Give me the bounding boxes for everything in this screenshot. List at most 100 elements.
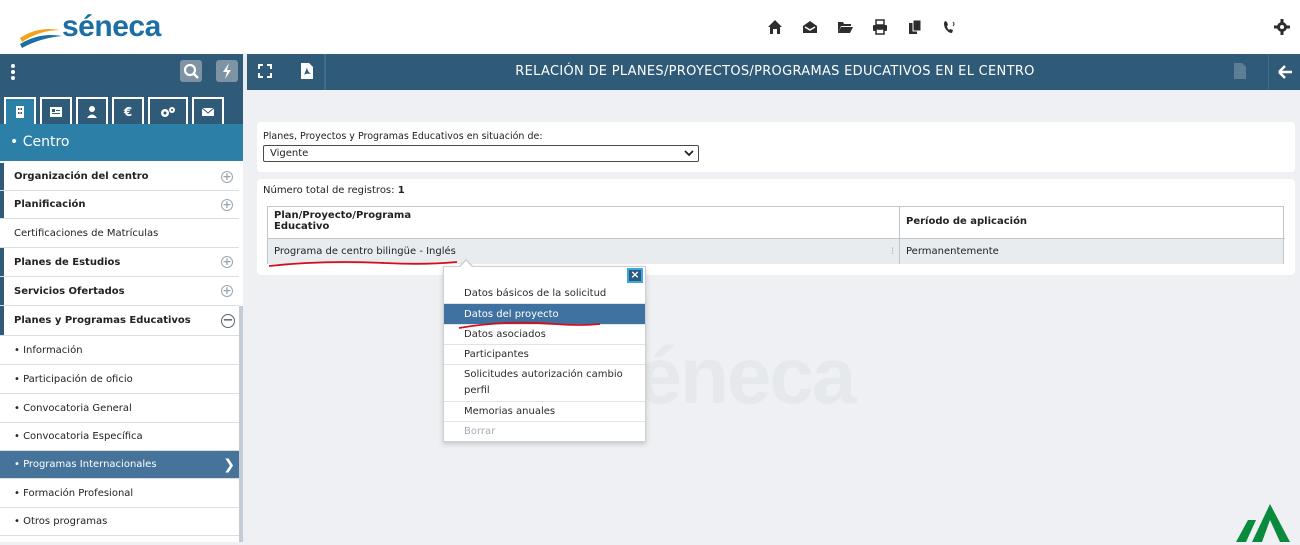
- item-marker: [0, 248, 4, 276]
- sidebar-item-label: • Convocatoria General: [14, 402, 132, 414]
- sidebar-item-label: • Convocatoria Específica: [14, 431, 143, 442]
- sidebar-item-label: • Información: [14, 344, 83, 356]
- sidebar-subitem-convocatoria-especifica[interactable]: • Convocatoria Específica: [0, 423, 239, 451]
- expand-plus-icon[interactable]: +: [221, 170, 233, 183]
- column-header-plan[interactable]: Plan/Proyecto/Programa Educativo: [268, 207, 899, 239]
- tab-alumnado[interactable]: [76, 97, 108, 124]
- sidebar-item-organizacion[interactable]: Organización del centro +: [0, 163, 239, 191]
- toolbar-divider-2: [324, 54, 326, 90]
- sidebar-item-label: Certificaciones de Matrículas: [14, 227, 159, 239]
- chevron-down-icon: [684, 147, 694, 162]
- toolbar-divider: [243, 54, 247, 90]
- expand-plus-icon[interactable]: +: [221, 198, 233, 211]
- sidebar-subitem-programas-internacionales[interactable]: • Programas Internacionales ❯: [0, 451, 239, 479]
- item-marker: [0, 306, 4, 335]
- back-button[interactable]: [1268, 54, 1300, 90]
- document-icon: [1232, 62, 1248, 80]
- tab-economia[interactable]: €: [112, 97, 144, 124]
- print-icon[interactable]: [865, 16, 895, 38]
- search-icon: [183, 63, 199, 79]
- mail-icon: [201, 107, 215, 116]
- expand-plus-icon[interactable]: +: [221, 256, 233, 268]
- id-card-icon: [50, 106, 62, 117]
- pdf-icon[interactable]: [298, 62, 316, 80]
- close-icon[interactable]: ×: [627, 268, 643, 283]
- folder-icon[interactable]: [830, 16, 860, 38]
- search-button[interactable]: [180, 60, 202, 82]
- menu-item-datos-basicos[interactable]: Datos básicos de la solicitud: [444, 283, 645, 303]
- sidebar-scrollbar[interactable]: [239, 306, 243, 542]
- sidebar-item-label: • Programas Internacionales: [14, 459, 157, 470]
- euro-icon: €: [123, 104, 133, 119]
- seneca-logo[interactable]: séneca: [18, 8, 161, 48]
- filter-label: Planes, Proyectos y Programas Educativos…: [263, 131, 543, 142]
- expand-icon[interactable]: [256, 62, 274, 80]
- junta-andalucia-logo: [1234, 500, 1300, 542]
- tab-centro[interactable]: [4, 97, 36, 124]
- row-menu-dots-icon[interactable]: ⁝: [885, 239, 894, 264]
- sidebar-subitem-informacion[interactable]: • Información: [0, 336, 239, 365]
- expand-plus-icon[interactable]: +: [221, 285, 233, 297]
- gear-icon[interactable]: [1272, 17, 1292, 37]
- sidebar-item-label: Organización del centro: [14, 171, 149, 182]
- sidebar-subitem-convocatoria-general[interactable]: • Convocatoria General: [0, 394, 239, 423]
- item-marker: [0, 191, 4, 218]
- sidebar-item-label: • Formación Profesional: [14, 487, 134, 499]
- item-marker: [0, 277, 4, 305]
- tab-mensajes[interactable]: [192, 97, 224, 124]
- user-icon: [87, 105, 97, 118]
- sidebar-item-label: • Participación de oficio: [14, 373, 133, 385]
- record-count: Número total de registros: 1: [263, 185, 405, 196]
- table-row[interactable]: Programa de centro bilingüe - Inglés ⁝ P…: [268, 239, 1283, 264]
- menu-item-memorias-anuales[interactable]: Memorias anuales: [444, 401, 645, 421]
- results-table: Plan/Proyecto/Programa Educativo Período…: [267, 206, 1285, 264]
- tab-ficha[interactable]: [40, 97, 72, 124]
- sidebar-item-label: Planificación: [14, 199, 86, 210]
- sidebar-item-certificaciones[interactable]: Certificaciones de Matrículas: [0, 219, 239, 248]
- sidebar-subitem-formacion-profesional[interactable]: • Formación Profesional: [0, 479, 239, 508]
- record-count-label: Número total de registros:: [263, 185, 395, 196]
- menu-item-borrar: Borrar: [444, 421, 645, 441]
- status-select-value: Vigente: [270, 148, 309, 159]
- bolt-icon: [223, 63, 231, 79]
- quick-access-button[interactable]: [216, 60, 238, 82]
- top-bar: [0, 0, 1300, 54]
- column-header-periodo[interactable]: Período de aplicación: [900, 207, 1285, 239]
- menu-item-datos-asociados[interactable]: Datos asociados: [444, 324, 645, 344]
- context-menu-pointer-fill: [459, 261, 473, 268]
- documents-icon[interactable]: [900, 16, 930, 38]
- sidebar-subitem-otros-programas[interactable]: • Otros programas: [0, 508, 239, 536]
- logo-swoosh-icon: [20, 29, 62, 48]
- sidebar-item-planes-programas[interactable]: Planes y Programas Educativos −: [0, 306, 239, 336]
- cell-plan[interactable]: Programa de centro bilingüe - Inglés: [268, 239, 456, 264]
- sidebar-item-label: Planes de Estudios: [14, 256, 121, 268]
- sidebar-item-label: Servicios Ofertados: [14, 285, 125, 297]
- cell-periodo: Permanentemente: [906, 246, 999, 257]
- record-count-value: 1: [397, 185, 405, 196]
- menu-item-solicitudes-autorizacion[interactable]: Solicitudes autorización cambio perfil: [444, 364, 645, 401]
- sidebar-item-label: Planes y Programas Educativos: [14, 315, 191, 326]
- inbox-icon[interactable]: [795, 16, 825, 38]
- menu-item-datos-proyecto[interactable]: Datos del proyecto: [444, 303, 645, 324]
- page-title: RELACIÓN DE PLANES/PROYECTOS/PROGRAMAS E…: [515, 64, 1035, 79]
- top-icon-bar: [760, 16, 970, 38]
- collapse-minus-icon[interactable]: −: [221, 313, 235, 328]
- sidebar-item-servicios[interactable]: Servicios Ofertados +: [0, 277, 239, 306]
- status-select[interactable]: Vigente: [263, 145, 699, 162]
- logo-text: séneca: [62, 10, 161, 43]
- sidebar-item-planes-estudios[interactable]: Planes de Estudios +: [0, 248, 239, 277]
- item-marker: [0, 163, 4, 190]
- phone-icon[interactable]: [935, 16, 965, 38]
- chevron-right-icon: ❯: [223, 456, 235, 473]
- sidebar-item-planificacion[interactable]: Planificación +: [0, 191, 239, 219]
- section-header-centro[interactable]: • Centro: [0, 124, 243, 161]
- column-header-plan-line1: Plan/Proyecto/Programa: [274, 210, 412, 221]
- gears-icon: [161, 106, 175, 117]
- home-icon[interactable]: [760, 16, 790, 38]
- more-options-icon[interactable]: [10, 64, 16, 80]
- arrow-left-icon: [1277, 65, 1292, 79]
- menu-item-participantes[interactable]: Participantes: [444, 344, 645, 364]
- building-icon: [16, 105, 24, 118]
- sidebar-subitem-participacion[interactable]: • Participación de oficio: [0, 365, 239, 394]
- tab-utilidades[interactable]: [148, 97, 188, 124]
